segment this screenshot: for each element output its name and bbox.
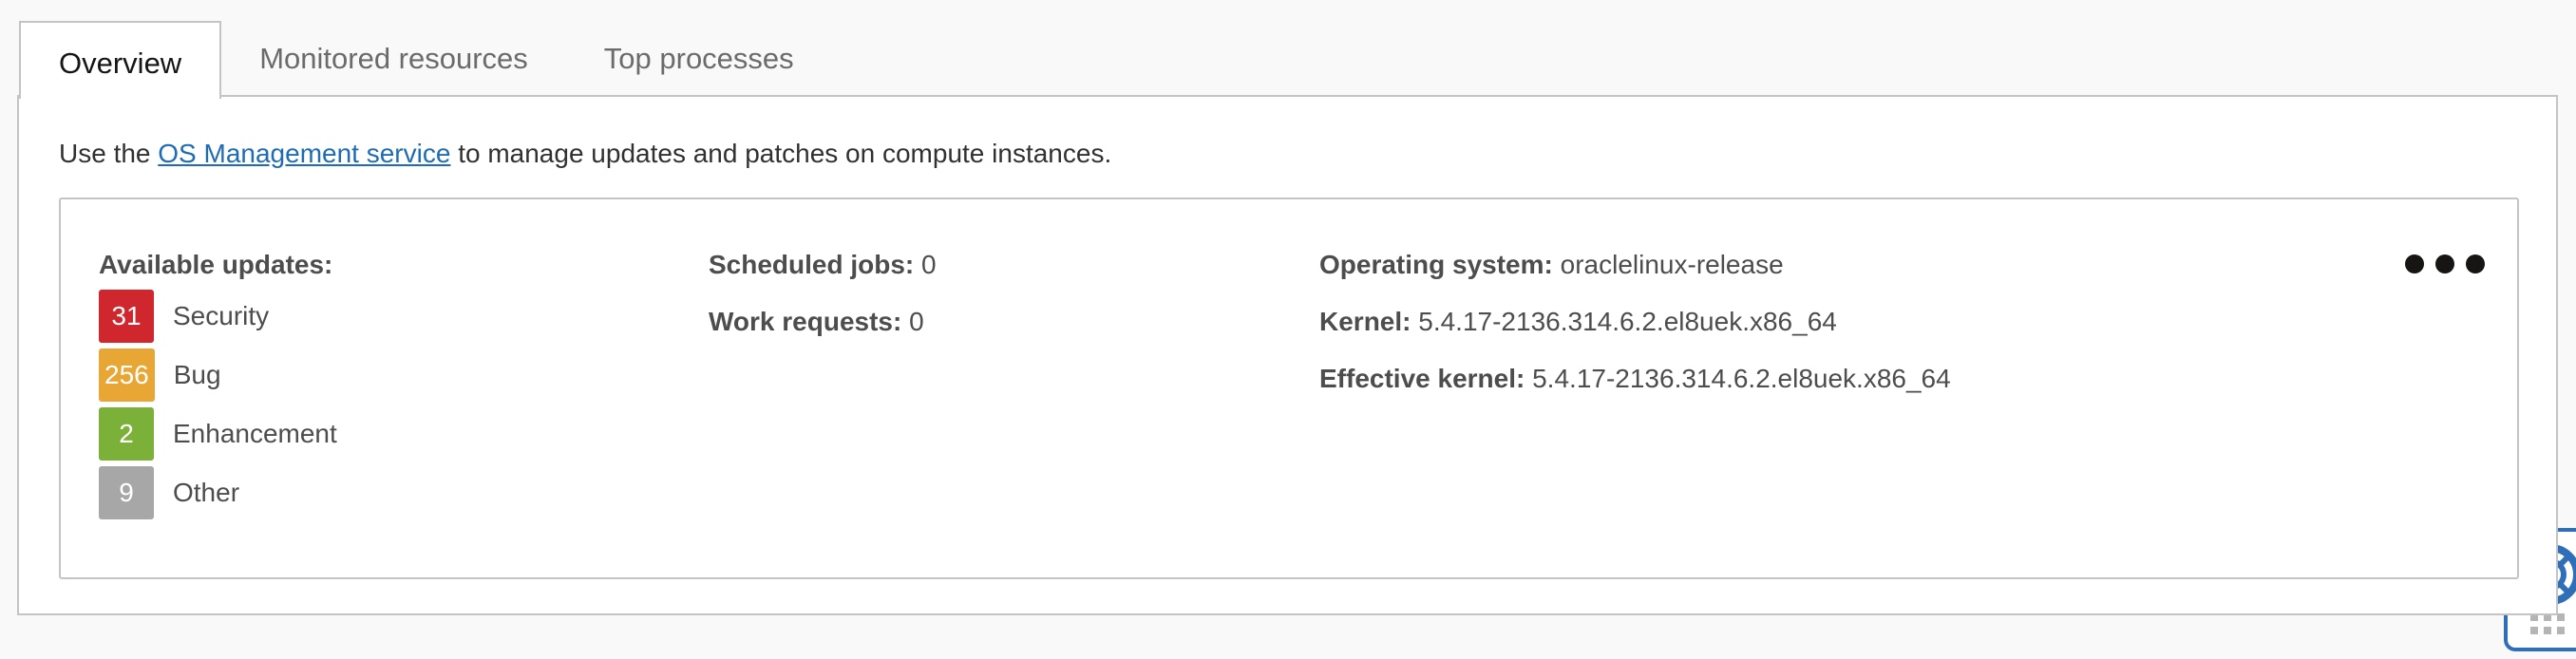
work-requests-row: Work requests: 0 (709, 306, 937, 363)
kernel-value: 5.4.17-2136.314.6.2.el8uek.x86_64 (1418, 307, 1837, 336)
scheduled-jobs-label: Scheduled jobs: (709, 250, 915, 279)
other-label: Other (173, 478, 240, 507)
tab-overview[interactable]: Overview (19, 21, 222, 99)
bug-count-badge: 256 (99, 348, 155, 402)
operating-system-row: Operating system: oraclelinux-release (1319, 249, 1951, 306)
bug-label: Bug (173, 360, 221, 389)
jobs-column: Scheduled jobs: 0 Work requests: 0 (709, 249, 937, 363)
intro-suffix: to manage updates and patches on compute… (450, 139, 1112, 168)
work-requests-label: Work requests: (709, 307, 902, 336)
tab-monitored-resources[interactable]: Monitored resources (221, 21, 566, 97)
security-label: Security (173, 301, 270, 330)
enhancement-count-badge: 2 (99, 407, 154, 461)
more-actions-icon[interactable] (2405, 254, 2485, 273)
tab-bar: Overview Monitored resources Top process… (19, 21, 832, 99)
update-row-bug: 256 Bug (99, 346, 337, 405)
updates-column: Available updates: 31 Security 256 Bug 2… (99, 249, 337, 522)
effective-kernel-label: Effective kernel: (1319, 364, 1525, 393)
update-row-security: 31 Security (99, 287, 337, 346)
scheduled-jobs-row: Scheduled jobs: 0 (709, 249, 937, 306)
kernel-label: Kernel: (1319, 307, 1411, 336)
effective-kernel-value: 5.4.17-2136.314.6.2.el8uek.x86_64 (1532, 364, 1951, 393)
update-row-enhancement: 2 Enhancement (99, 405, 337, 463)
more-dot (2466, 254, 2485, 273)
tab-top-processes[interactable]: Top processes (566, 21, 832, 97)
overview-panel: Use the OS Management service to manage … (17, 95, 2558, 615)
work-requests-value: 0 (909, 307, 924, 336)
operating-system-label: Operating system: (1319, 250, 1553, 279)
available-updates-title: Available updates: (99, 250, 333, 279)
intro-prefix: Use the (59, 139, 159, 168)
kernel-row: Kernel: 5.4.17-2136.314.6.2.el8uek.x86_6… (1319, 306, 1951, 363)
operating-system-value: oraclelinux-release (1560, 250, 1784, 279)
drag-grip-icon[interactable] (2530, 613, 2565, 634)
more-dot (2435, 254, 2454, 273)
scheduled-jobs-value: 0 (921, 250, 937, 279)
enhancement-label: Enhancement (173, 419, 337, 448)
effective-kernel-row: Effective kernel: 5.4.17-2136.314.6.2.el… (1319, 363, 1951, 420)
update-row-other: 9 Other (99, 463, 337, 522)
intro-text: Use the OS Management service to manage … (59, 139, 1111, 169)
summary-card: Available updates: 31 Security 256 Bug 2… (59, 198, 2519, 579)
more-dot (2405, 254, 2424, 273)
os-management-link[interactable]: OS Management service (158, 139, 450, 168)
other-count-badge: 9 (99, 466, 154, 519)
security-count-badge: 31 (99, 290, 154, 343)
system-column: Operating system: oraclelinux-release Ke… (1319, 249, 1951, 420)
